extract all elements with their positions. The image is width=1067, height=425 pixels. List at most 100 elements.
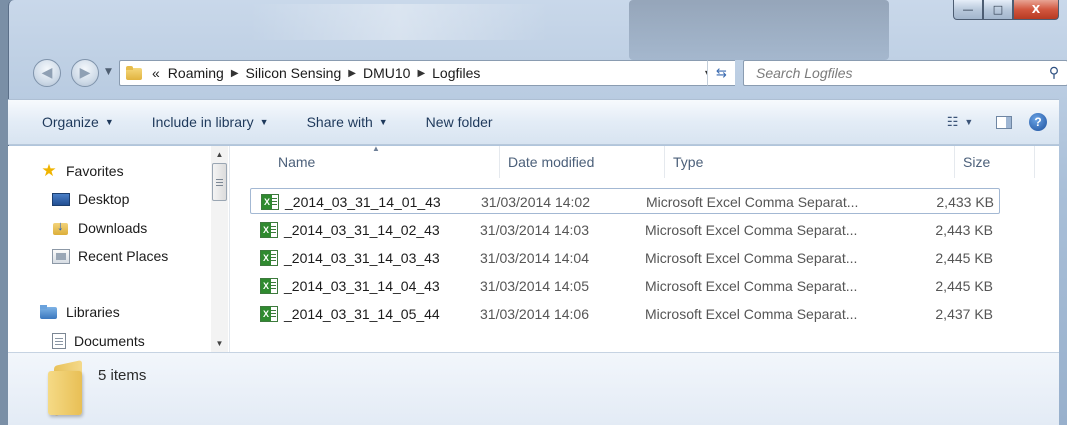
include-in-library-button[interactable]: Include in library ▼: [124, 108, 279, 136]
column-header-name[interactable]: ▲ Name: [270, 144, 500, 178]
file-name: _2014_03_31_14_04_43: [284, 278, 440, 294]
documents-icon: [52, 333, 66, 349]
chevron-down-icon: ▼: [104, 117, 114, 127]
breadcrumb-overflow[interactable]: «: [148, 65, 164, 81]
file-row[interactable]: _2014_03_31_14_03_43 31/03/2014 14:04 Mi…: [250, 245, 1000, 271]
breadcrumb-separator-icon[interactable]: ▶: [228, 68, 242, 79]
chevron-down-icon: ▼: [105, 67, 112, 77]
organize-button[interactable]: Organize ▼: [8, 108, 124, 136]
column-header-label: Date modified: [508, 154, 595, 170]
nav-item-desktop[interactable]: Desktop: [52, 188, 129, 210]
file-size: 2,437 KB: [935, 306, 993, 322]
file-size: 2,443 KB: [935, 222, 993, 238]
maximize-icon: □: [992, 3, 1004, 16]
column-header-type[interactable]: Type: [665, 146, 955, 178]
desktop-icon: [52, 192, 70, 206]
close-button[interactable]: X: [1013, 0, 1059, 20]
file-list: ▲ Name Date modified Type Size _2014_03_…: [230, 144, 1059, 352]
nav-item-downloads[interactable]: Downloads: [52, 217, 147, 239]
preview-pane-button[interactable]: [989, 109, 1019, 135]
nav-pane-scrollbar[interactable]: ▲ ▼: [211, 146, 228, 352]
star-icon: ★: [41, 161, 57, 180]
organize-label: Organize: [42, 114, 99, 130]
breadcrumb-separator-icon[interactable]: ▶: [345, 68, 359, 79]
minimize-button[interactable]: —: [953, 0, 983, 20]
excel-file-icon: [261, 194, 279, 210]
file-row[interactable]: _2014_03_31_14_05_44 31/03/2014 14:06 Mi…: [250, 301, 1000, 327]
close-icon: X: [1031, 3, 1041, 16]
share-with-button[interactable]: Share with ▼: [279, 108, 398, 136]
refresh-icon: ⇆: [716, 65, 727, 81]
file-size: 2,445 KB: [935, 278, 993, 294]
breadcrumb-silicon-sensing[interactable]: Silicon Sensing: [242, 65, 346, 81]
column-header-date-modified[interactable]: Date modified: [500, 146, 665, 178]
file-name: _2014_03_31_14_05_44: [284, 306, 440, 322]
search-box: ⚲: [743, 60, 1067, 86]
maximize-button[interactable]: □: [983, 0, 1013, 20]
change-view-button[interactable]: ☷ ▼: [945, 109, 975, 135]
file-date: 31/03/2014 14:06: [480, 306, 589, 322]
scroll-down-button[interactable]: ▼: [211, 335, 228, 352]
file-name-cell: _2014_03_31_14_05_44: [260, 301, 490, 327]
column-header-size[interactable]: Size: [955, 146, 1035, 178]
folder-front: [48, 371, 82, 415]
sort-ascending-icon: ▲: [372, 144, 380, 153]
breadcrumb-roaming[interactable]: Roaming: [164, 65, 228, 81]
back-button[interactable]: ◀: [33, 59, 61, 87]
search-input[interactable]: [744, 62, 1041, 84]
file-name-cell: _2014_03_31_14_03_43: [260, 245, 490, 271]
file-row[interactable]: _2014_03_31_14_02_43 31/03/2014 14:03 Mi…: [250, 217, 1000, 243]
folder-icon: [48, 359, 94, 416]
toolbar-right-group: ☷ ▼ ?: [945, 109, 1059, 135]
downloads-icon: [52, 218, 70, 236]
excel-file-icon: [260, 222, 278, 238]
minimize-icon: —: [962, 3, 974, 16]
forward-button[interactable]: ▶: [71, 59, 99, 87]
file-name-cell: _2014_03_31_14_04_43: [260, 273, 490, 299]
nav-item-documents[interactable]: Documents: [52, 330, 145, 352]
address-bar[interactable]: « Roaming ▶ Silicon Sensing ▶ DMU10 ▶ Lo…: [119, 60, 719, 86]
excel-file-icon: [260, 250, 278, 266]
help-icon: ?: [1029, 113, 1047, 131]
file-name-cell: _2014_03_31_14_02_43: [260, 217, 490, 243]
refresh-button[interactable]: ⇆: [707, 60, 735, 86]
command-bar: Organize ▼ Include in library ▼ Share with…: [8, 99, 1059, 145]
help-button[interactable]: ?: [1023, 109, 1053, 135]
nav-item-label: Downloads: [78, 220, 148, 236]
recent-pages-dropdown[interactable]: ▼: [105, 67, 112, 77]
chevron-down-icon: ▼: [964, 117, 974, 127]
file-type: Microsoft Excel Comma Separat...: [646, 194, 859, 210]
new-folder-button[interactable]: New folder: [398, 108, 503, 136]
file-size: 2,433 KB: [936, 194, 994, 210]
chevron-down-icon: ▼: [215, 339, 224, 348]
excel-file-icon: [260, 278, 278, 294]
file-row[interactable]: _2014_03_31_14_04_43 31/03/2014 14:05 Mi…: [250, 273, 1000, 299]
preview-pane-icon: [996, 115, 1012, 129]
breadcrumb-separator-icon[interactable]: ▶: [414, 68, 428, 79]
breadcrumb-logfiles[interactable]: Logfiles: [428, 65, 484, 81]
details-pane: 5 items: [8, 352, 1059, 425]
nav-item-favorites[interactable]: ★ Favorites: [40, 160, 123, 182]
breadcrumb-dmu10[interactable]: DMU10: [359, 65, 414, 81]
navigation-row: ◀ ▶ ▼ « Roaming ▶ Silicon Sensing ▶ DMU1…: [17, 55, 1067, 89]
grip-icon: [216, 181, 223, 183]
file-type: Microsoft Excel Comma Separat...: [645, 278, 858, 294]
search-icon[interactable]: ⚲: [1041, 65, 1067, 81]
navigation-pane: ★ Favorites Desktop Downloads Recent Pla…: [8, 146, 230, 352]
nav-item-recent-places[interactable]: Recent Places: [52, 245, 168, 267]
scroll-up-button[interactable]: ▲: [211, 146, 228, 163]
excel-file-icon: [260, 306, 278, 322]
background-window-blur: [629, 0, 889, 60]
nav-item-label: Libraries: [66, 304, 120, 320]
file-type: Microsoft Excel Comma Separat...: [645, 222, 858, 238]
file-row[interactable]: _2014_03_31_14_01_43 31/03/2014 14:02 Mi…: [250, 188, 1000, 214]
column-header-label: Type: [673, 154, 704, 170]
new-folder-label: New folder: [425, 114, 493, 130]
chevron-up-icon: ▲: [215, 150, 224, 159]
scrollbar-thumb[interactable]: [212, 163, 227, 201]
nav-item-libraries[interactable]: Libraries: [40, 301, 120, 323]
recent-places-icon: [52, 248, 70, 264]
share-with-label: Share with: [306, 114, 373, 130]
libraries-icon: [40, 304, 58, 320]
file-date: 31/03/2014 14:04: [480, 250, 589, 266]
